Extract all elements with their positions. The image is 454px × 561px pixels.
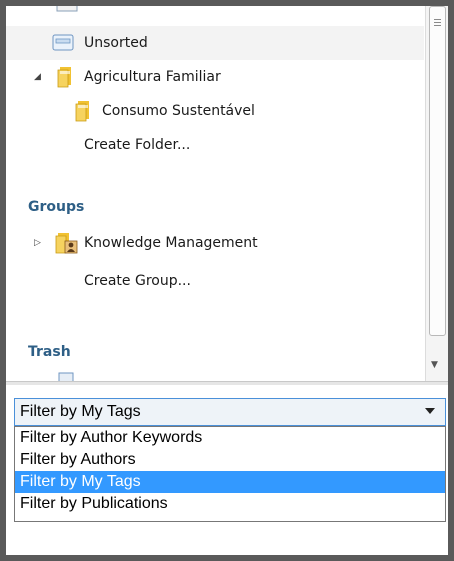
- filter-option-publications[interactable]: Filter by Publications: [15, 493, 445, 515]
- folder-icon: [56, 66, 76, 92]
- scrollbar-grip: [434, 19, 441, 20]
- filter-select[interactable]: Filter by My Tags: [14, 398, 446, 426]
- panel-splitter[interactable]: [6, 381, 448, 385]
- create-group-link[interactable]: Create Group...: [6, 264, 424, 298]
- trash-heading: Trash: [28, 344, 71, 360]
- scroll-down-icon[interactable]: ▼: [431, 360, 438, 370]
- unsorted-tray-icon: [52, 34, 74, 55]
- create-folder-label: Create Folder...: [84, 137, 191, 153]
- collapse-arrow-icon[interactable]: ▷: [34, 238, 41, 248]
- folder-tree: Unsorted ◢ Agricultura Familiar Consumo …: [6, 6, 424, 381]
- document-icon: [56, 6, 78, 12]
- filter-option-my-tags[interactable]: Filter by My Tags: [15, 471, 445, 493]
- filter-option-author-keywords[interactable]: Filter by Author Keywords: [15, 427, 445, 449]
- tree-item-label: Agricultura Familiar: [84, 69, 221, 85]
- folder-icon: [74, 100, 94, 126]
- scrollbar-grip: [434, 25, 441, 26]
- tree-item-label: Knowledge Management: [84, 235, 258, 251]
- filter-selected-value: Filter by My Tags: [20, 403, 141, 420]
- filter-dropdown-list: Filter by Author Keywords Filter by Auth…: [14, 426, 446, 522]
- scrollbar-grip: [434, 22, 441, 23]
- expand-arrow-icon[interactable]: ◢: [34, 72, 41, 82]
- scrollbar-thumb[interactable]: [429, 6, 446, 336]
- create-folder-link[interactable]: Create Folder...: [6, 128, 424, 162]
- trash-document-icon: [56, 370, 78, 381]
- tree-item-unsorted[interactable]: Unsorted: [6, 26, 424, 60]
- chevron-down-icon: [425, 408, 435, 414]
- tree-scrollbar[interactable]: ▼: [425, 6, 448, 381]
- filter-option-authors[interactable]: Filter by Authors: [15, 449, 445, 471]
- sidebar-panel: Unsorted ◢ Agricultura Familiar Consumo …: [6, 6, 448, 555]
- tree-item-agricultura-familiar[interactable]: ◢ Agricultura Familiar: [6, 60, 424, 94]
- create-group-label: Create Group...: [84, 273, 191, 289]
- tree-item-label: Unsorted: [84, 35, 148, 51]
- groups-heading: Groups: [28, 199, 85, 215]
- group-folder-icon: [54, 232, 78, 258]
- tree-item-knowledge-management[interactable]: ▷ Knowledge Management: [6, 226, 424, 260]
- tree-item-consumo-sustentavel[interactable]: Consumo Sustentável: [6, 94, 424, 128]
- tree-item-label: Consumo Sustentável: [102, 103, 255, 119]
